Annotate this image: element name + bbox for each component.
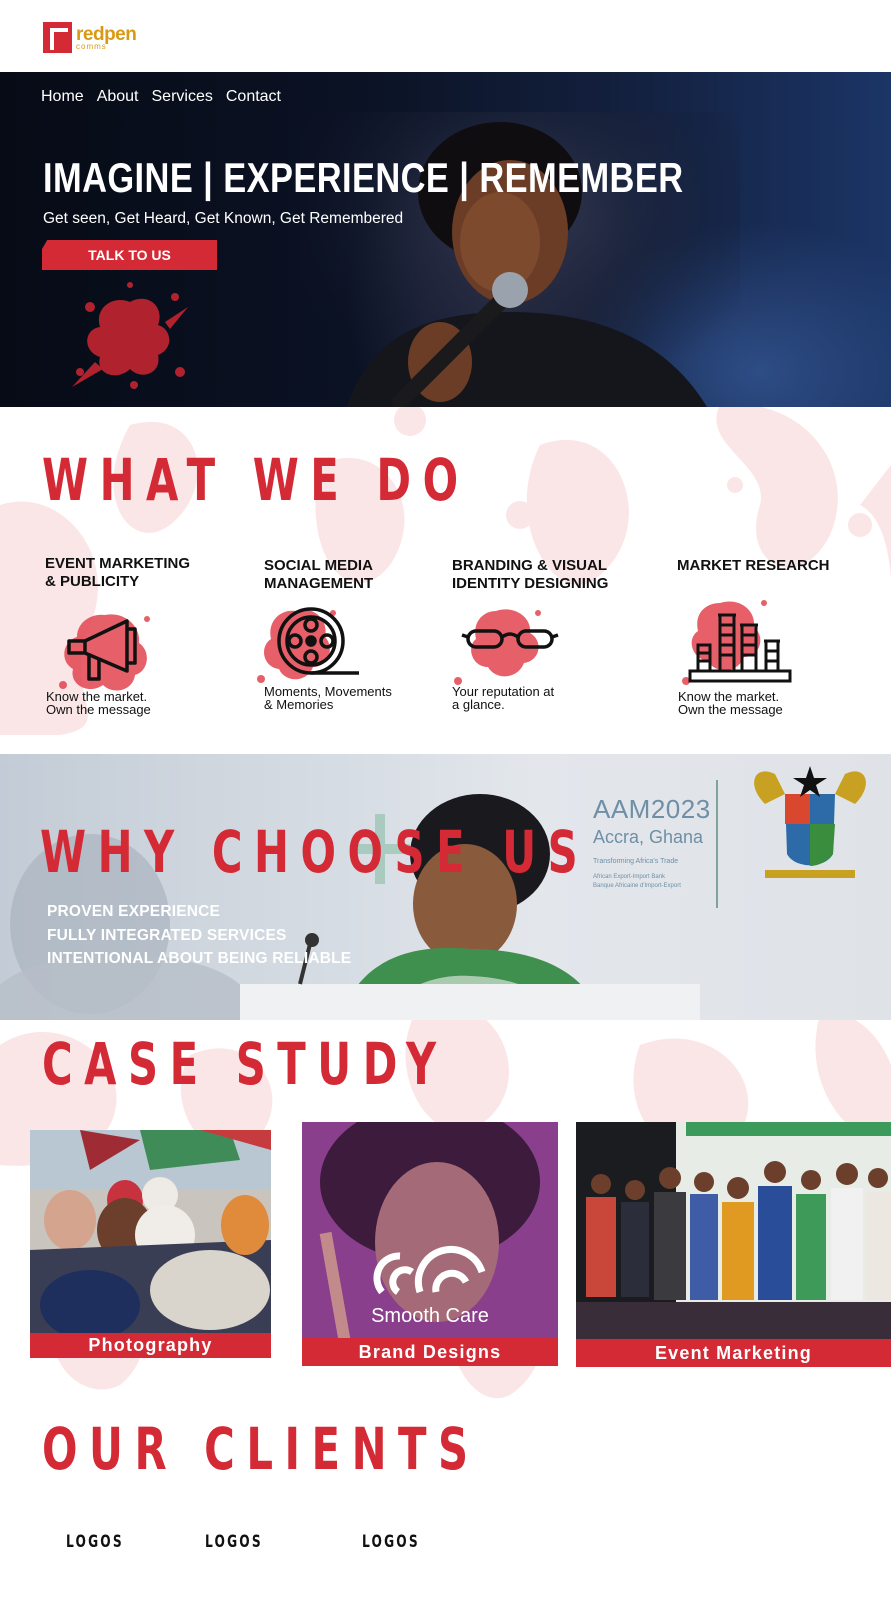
brand-design-image: Smooth Care — [302, 1122, 558, 1366]
event-marketing-image — [576, 1122, 891, 1367]
service-desc: Moments, Movements & Memories — [264, 684, 392, 712]
header: redpen comms — [0, 0, 891, 72]
our-clients-title: OUR CLIENTS — [42, 1415, 480, 1483]
backdrop-location: Accra, Ghana — [593, 827, 704, 847]
brand-logo[interactable]: redpen comms — [43, 22, 137, 53]
why-choose-us-section: AAM2023 Accra, Ghana Transforming Africa… — [0, 754, 891, 1020]
hero-subtitle: Get seen, Get Heard, Get Known, Get Reme… — [43, 210, 404, 227]
backdrop-tagline: Transforming Africa's Trade — [593, 858, 679, 865]
brand-overlay-text: Smooth Care — [371, 1305, 489, 1327]
why-point: INTENTIONAL ABOUT BEING RELIABLE — [47, 950, 352, 967]
nav-services[interactable]: Services — [152, 88, 213, 106]
main-nav: Home About Services Contact — [41, 88, 281, 106]
film-reel-icon — [257, 607, 359, 683]
backdrop-banner: AAM2023 Accra, Ghana Transforming Africa… — [593, 794, 711, 891]
bar-chart-icon — [682, 600, 792, 685]
client-logo[interactable]: LOGOS — [205, 1532, 263, 1552]
card-label: Event Marketing — [576, 1339, 891, 1367]
nav-home[interactable]: Home — [41, 88, 84, 106]
service-title: BRANDING & VISUAL IDENTITY DESIGNING — [452, 557, 609, 592]
backdrop-divider — [716, 780, 718, 908]
case-card-photography[interactable]: Photography — [30, 1130, 271, 1358]
service-title: MARKET RESEARCH — [677, 557, 830, 574]
why-points: PROVEN EXPERIENCE FULLY INTEGRATED SERVI… — [47, 900, 351, 971]
hero-title: IMAGINE | EXPERIENCE | REMEMBER — [43, 154, 684, 201]
why-point: FULLY INTEGRATED SERVICES — [47, 926, 287, 944]
case-card-event-marketing[interactable]: Event Marketing — [576, 1122, 891, 1367]
nav-contact[interactable]: Contact — [226, 88, 281, 106]
why-choose-us-title: WHY CHOOSE US — [40, 818, 590, 886]
paint-splat-icon — [72, 282, 188, 389]
backdrop-org-en: African Export-Import Bank — [593, 874, 666, 880]
talk-to-us-button[interactable]: TALK TO US — [42, 240, 217, 270]
service-social-media[interactable]: SOCIAL MEDIA MANAGEMENT — [264, 557, 373, 593]
service-desc: Your reputation at a glance. — [452, 684, 555, 712]
card-label: Brand Designs — [302, 1338, 558, 1366]
case-study-title: CASE STUDY — [42, 1030, 448, 1098]
client-logo[interactable]: LOGOS — [362, 1532, 420, 1552]
nav-about[interactable]: About — [97, 88, 139, 106]
why-point: PROVEN EXPERIENCE — [47, 903, 221, 920]
service-desc: Know the market. Own the message — [46, 689, 151, 717]
logo-word: redpen — [76, 23, 137, 45]
photography-image — [30, 1130, 271, 1358]
service-desc: Know the market. Own the message — [678, 689, 783, 717]
what-we-do-title: WHAT WE DO — [42, 446, 470, 514]
service-branding[interactable]: BRANDING & VISUAL IDENTITY DESIGNING — [452, 557, 608, 593]
logo-mark-icon — [43, 22, 72, 53]
client-logo[interactable]: LOGOS — [66, 1532, 124, 1552]
backdrop-event-name: AAM2023 — [593, 794, 711, 824]
megaphone-icon — [59, 614, 150, 691]
hero-section: Home About Services Contact IMAGINE | EX… — [0, 72, 891, 407]
service-title: SOCIAL MEDIA MANAGEMENT — [264, 557, 374, 592]
service-event-marketing[interactable]: EVENT MARKETING & PUBLICITY — [45, 555, 190, 591]
service-title: EVENT MARKETING & PUBLICITY — [45, 555, 191, 590]
service-market-research[interactable]: MARKET RESEARCH — [677, 557, 830, 575]
services-list: EVENT MARKETING & PUBLICITY Know the mar… — [0, 555, 891, 735]
backdrop-org-fr: Banque Africaine d'Import-Export — [593, 883, 681, 889]
case-card-brand-designs[interactable]: Smooth Care Brand Designs — [302, 1122, 558, 1366]
card-label: Photography — [30, 1333, 271, 1358]
conference-backdrop-image — [0, 766, 866, 1020]
logo-sub: comms — [76, 41, 107, 51]
glasses-icon — [454, 609, 559, 685]
